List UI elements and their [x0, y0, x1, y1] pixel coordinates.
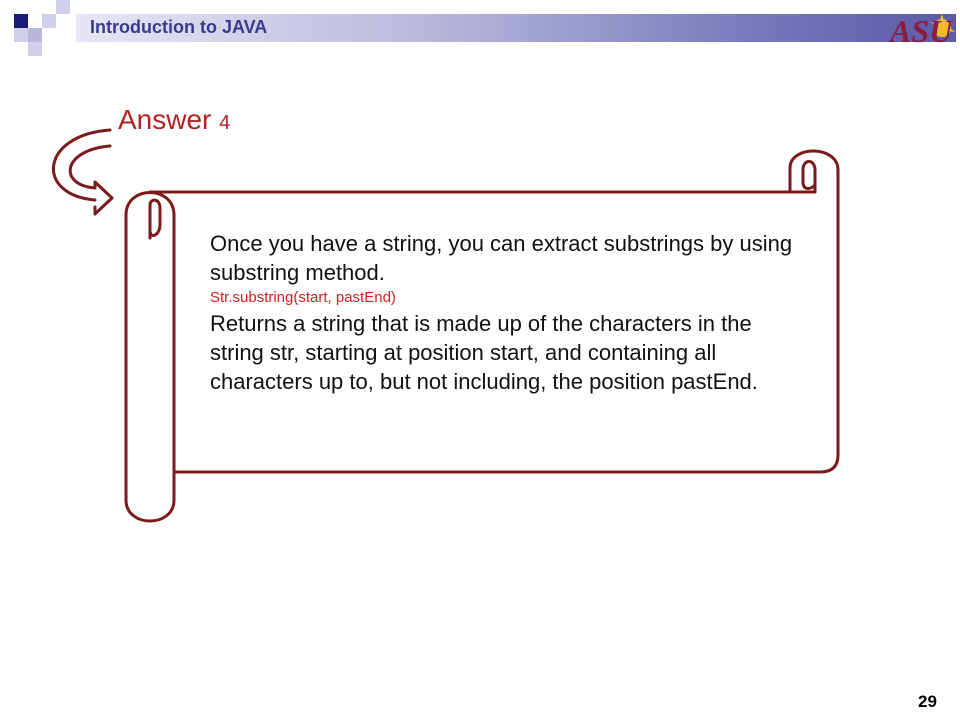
curved-arrow-icon: [52, 128, 114, 216]
code-line: Str.substring(start, pastEnd): [210, 289, 396, 306]
paragraph-substring-intro: Once you have a string, you can extract …: [210, 231, 793, 285]
paragraph-substring-description: Returns a string that is made up of the …: [210, 311, 758, 394]
page-number: 29: [918, 692, 937, 711]
scroll-content: Once you have a string, you can extract …: [210, 229, 810, 396]
